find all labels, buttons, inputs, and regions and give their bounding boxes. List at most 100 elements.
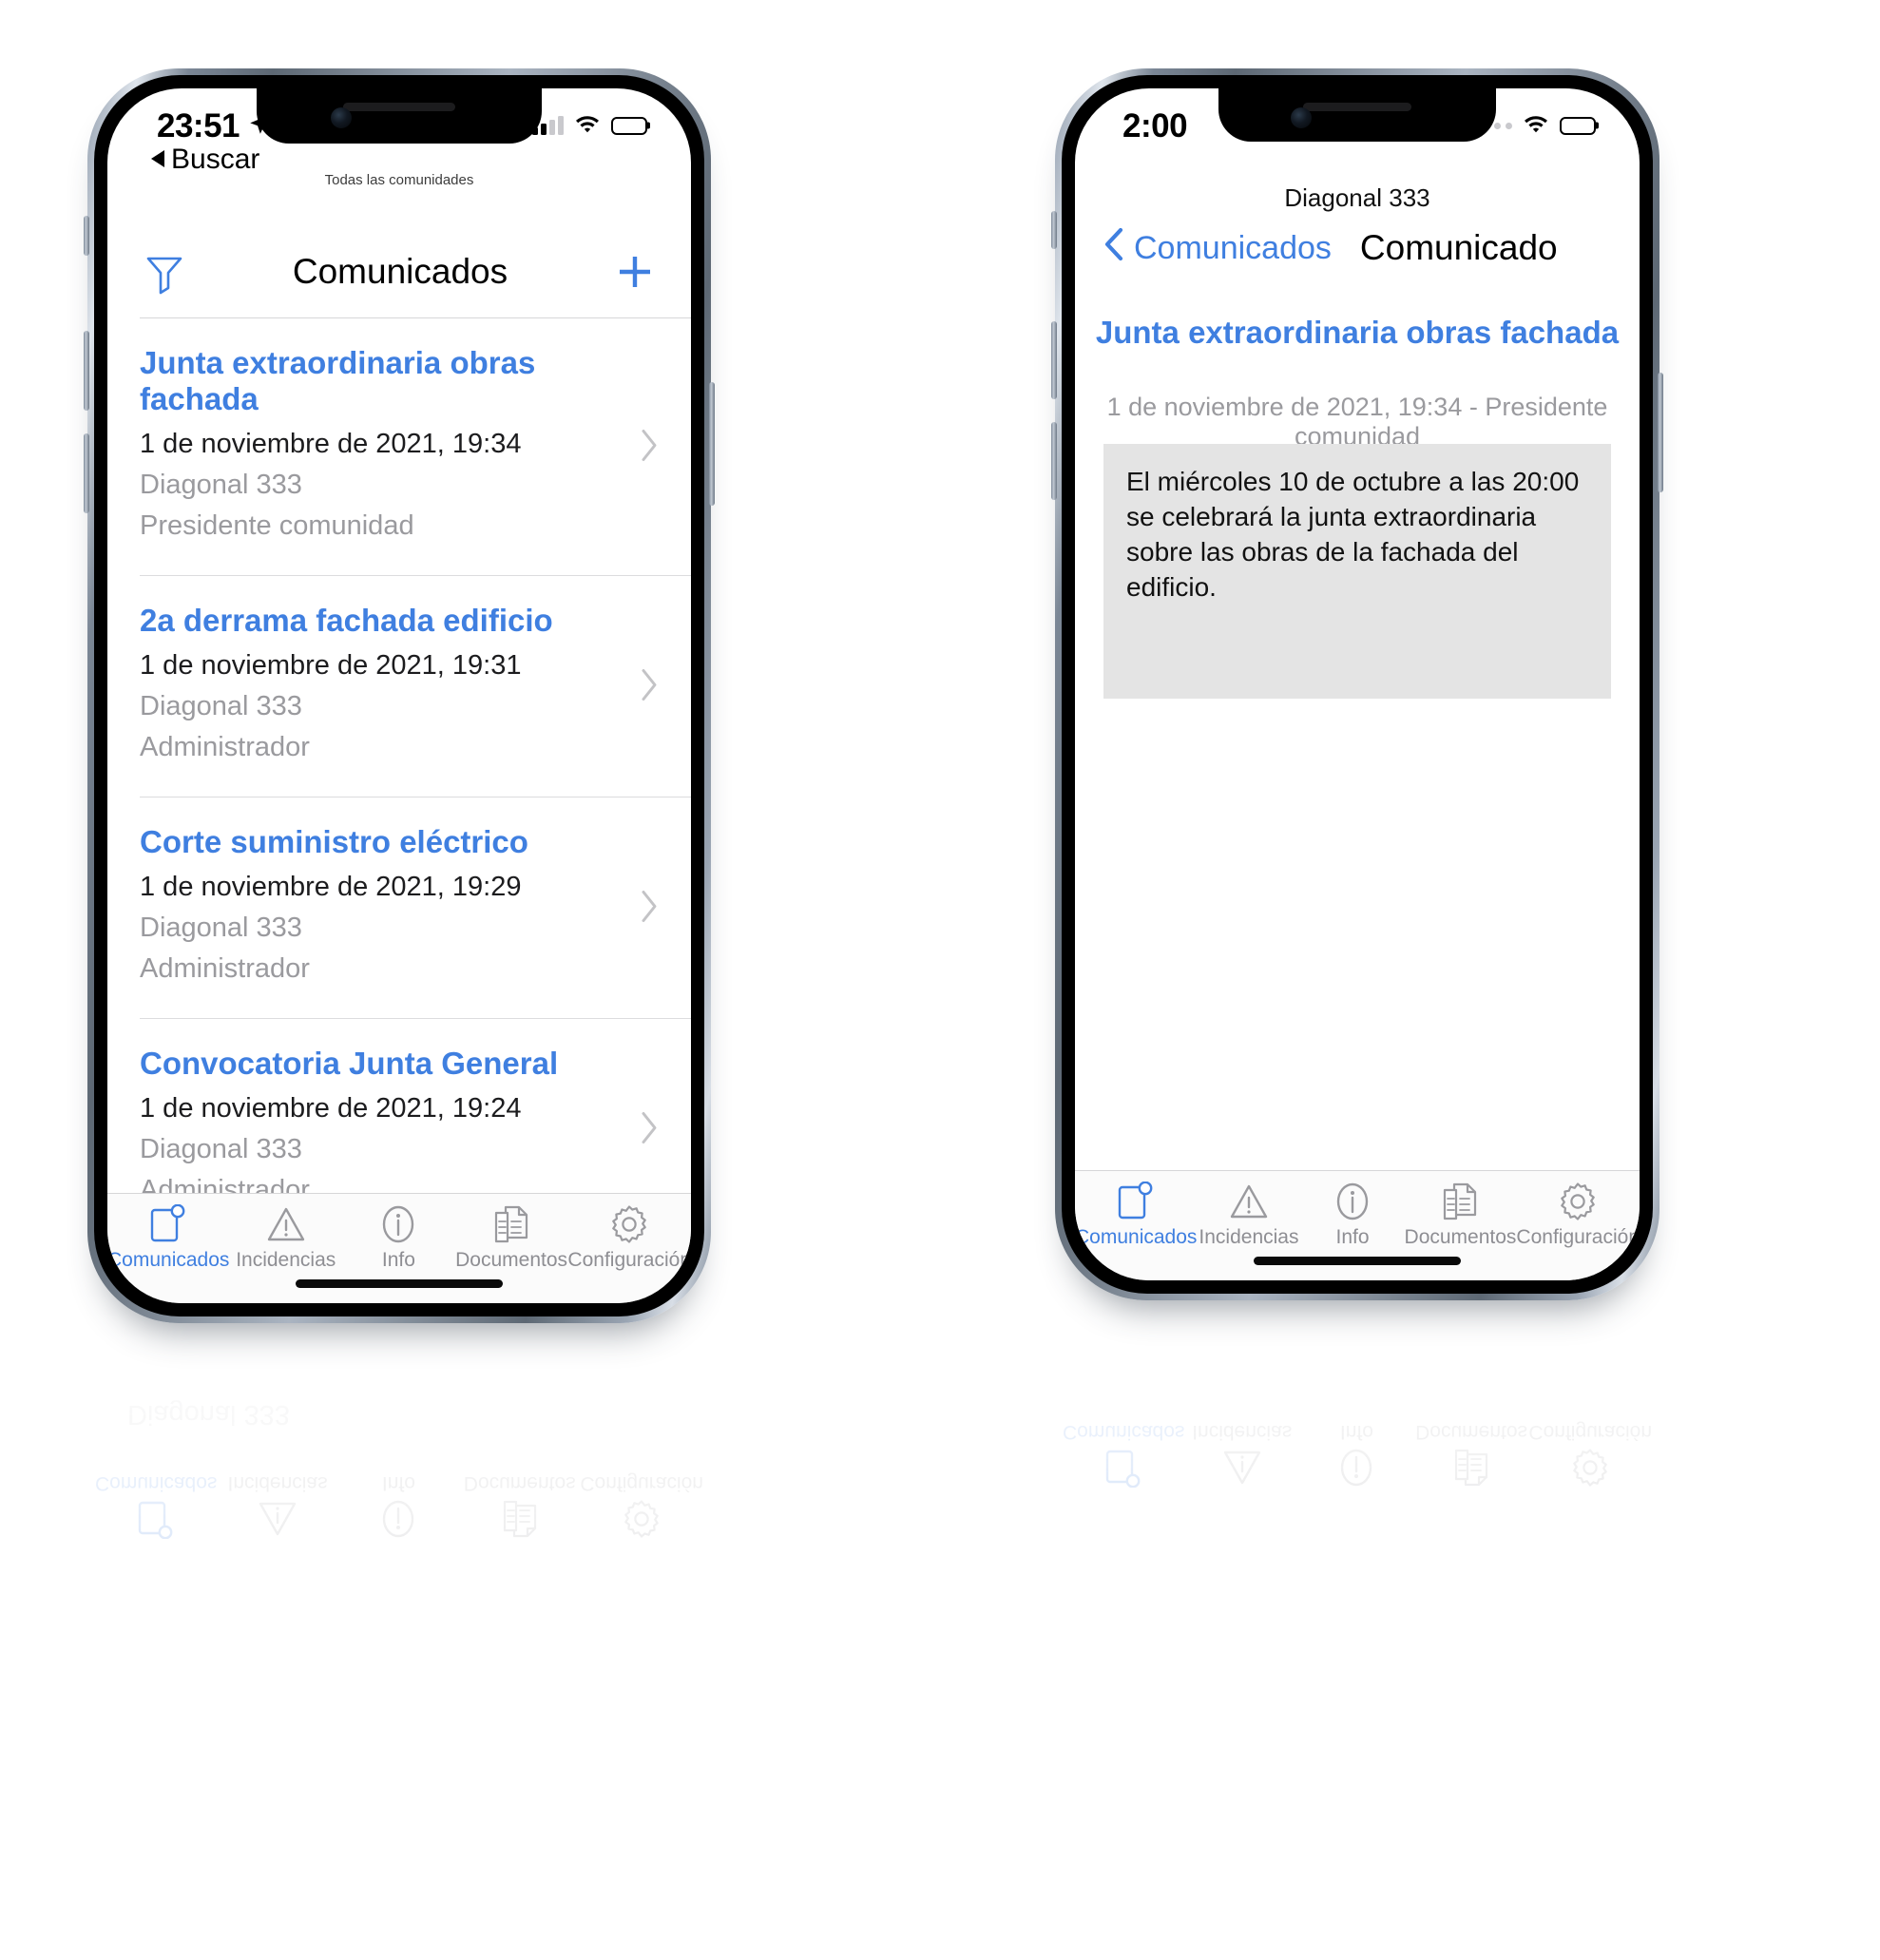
documents-stack-icon [501,1498,539,1540]
detail-header: Junta extraordinaria obras fachada 1 de … [1075,315,1640,452]
notch-right [1218,88,1496,142]
tab-comunicados[interactable]: Comunicados [107,1203,229,1272]
front-camera-icon [331,107,352,128]
list-item[interactable]: Corte suministro eléctrico 1 de noviembre… [107,797,691,1019]
tab-label: Documentos [455,1249,568,1271]
power-button[interactable] [709,382,715,506]
list-item-title: Corte suministro eléctrico [140,824,528,859]
filter-funnel-icon[interactable] [140,247,189,297]
announcement-document-icon [149,1203,187,1245]
volume-up-button[interactable] [84,331,89,411]
silent-switch-right[interactable] [1051,211,1057,249]
volume-up-button-right[interactable] [1051,321,1057,399]
tab-configuracin[interactable]: Configuración [580,1471,703,1540]
wifi-icon [574,113,601,138]
page-title: Comunicados [292,252,508,291]
back-to-search-label: Buscar [171,144,260,175]
list-item[interactable]: Convocatoria Junta General 1 de noviembre… [107,1019,691,1193]
list-item[interactable]: 2a derrama fachada edificio 1 de noviembr… [107,576,691,797]
tab-incidencias[interactable]: Incidencias [1184,1420,1299,1489]
tab-info[interactable]: Info [338,1471,459,1540]
tab-incidencias[interactable]: Incidencias [229,1203,342,1272]
phone-bezel-left: 23:51 Buscar Todas las comunidades Comun… [94,75,704,1316]
tab-documentos[interactable]: Documentos [455,1203,568,1272]
status-bar-time-right: 2:00 [1122,107,1188,145]
tab-label: Configuración [580,1472,703,1494]
tab-comunicados[interactable]: Comunicados [95,1471,217,1540]
phone-bezel-right: 2:00 Diagonal 333 Comunicados Comunicado… [1062,75,1653,1294]
back-triangle-icon [149,144,165,176]
wifi-icon [1523,113,1549,138]
list-item-author: Presidente comunidad [140,510,414,541]
plus-icon[interactable] [611,248,659,296]
info-circle-icon [1338,1447,1374,1489]
warning-triangle-icon [258,1498,297,1540]
back-button[interactable]: Comunicados [1103,227,1332,270]
silent-switch[interactable] [84,216,89,256]
list-item-author: Administrador [140,732,310,762]
earpiece-speaker [343,103,455,111]
volume-down-button[interactable] [84,433,89,513]
tab-label: Info [1339,1421,1373,1443]
detail-body-text: El miércoles 10 de octubre a las 20:00 s… [1103,444,1611,699]
tab-label: Comunicados [1075,1226,1198,1248]
tab-label: Documentos [1415,1421,1528,1443]
gear-icon [1558,1181,1598,1222]
info-circle-icon [380,1498,416,1540]
list-item-author: Administrador [140,1175,310,1193]
tab-configuracin[interactable]: Configuración [1516,1181,1640,1249]
tab-label: Incidencias [1199,1226,1299,1248]
tab-label: Incidencias [1192,1421,1293,1443]
tab-documentos[interactable]: Documentos [459,1471,580,1540]
tab-label: Documentos [1404,1226,1517,1248]
power-button-right[interactable] [1658,373,1663,492]
gear-icon [1570,1447,1610,1489]
tab-info[interactable]: Info [1299,1420,1414,1489]
tab-incidencias[interactable]: Incidencias [1197,1181,1300,1249]
tab-label: Info [1335,1226,1370,1248]
tab-incidencias[interactable]: Incidencias [217,1471,337,1540]
chevron-right-icon [640,1110,659,1149]
home-indicator-left[interactable] [296,1279,503,1288]
tab-comunicados[interactable]: Comunicados [1075,1181,1197,1249]
info-circle-icon [380,1203,416,1245]
tab-label: Incidencias [236,1249,336,1271]
documents-stack-icon [1441,1181,1479,1222]
warning-triangle-icon [1229,1181,1269,1222]
list-item-author: Administrador [140,953,310,984]
tab-label: Configuración [1528,1421,1652,1443]
volume-down-button-right[interactable] [1051,422,1057,500]
screen-right: 2:00 Diagonal 333 Comunicados Comunicado… [1075,88,1640,1280]
back-to-search-button[interactable]: Buscar [149,144,259,176]
announcement-document-icon [1117,1181,1155,1222]
list-item-community: Diagonal 333 [140,1134,302,1164]
navbar-right: Comunicados Comunicado [1075,210,1640,286]
status-bar-indicators [532,113,647,138]
phone-left: 23:51 Buscar Todas las comunidades Comun… [84,68,715,1323]
list-item-date: 1 de noviembre de 2021, 19:31 [140,650,522,681]
tab-configuracin[interactable]: Configuración [1528,1420,1652,1489]
tab-label: Comunicados [107,1249,230,1271]
list-item-title: 2a derrama fachada edificio [140,603,553,638]
tab-info[interactable]: Info [1300,1181,1404,1249]
gear-icon [622,1498,662,1540]
phone-right: 2:00 Diagonal 333 Comunicados Comunicado… [1051,68,1663,1300]
tab-comunicados[interactable]: Comunicados [1063,1420,1184,1489]
back-button-label: Comunicados [1134,229,1332,266]
chevron-right-icon [640,889,659,928]
list-item[interactable]: Junta extraordinaria obras fachada 1 de n… [107,318,691,576]
tab-documentos[interactable]: Documentos [1414,1420,1529,1489]
tab-label: Comunicados [1063,1421,1185,1443]
comunicados-list[interactable]: Junta extraordinaria obras fachada 1 de n… [107,318,691,1193]
tab-label: Comunicados [95,1472,218,1494]
tab-documentos[interactable]: Documentos [1404,1181,1517,1249]
reflection-right: Comunicados Incidencias Info Documentos Conf… [1063,1308,1652,1498]
tab-configuracin[interactable]: Configuración [567,1203,691,1272]
tab-label: Configuración [1516,1226,1640,1248]
chevron-right-icon [640,667,659,706]
home-indicator-right[interactable] [1254,1257,1461,1265]
warning-triangle-icon [266,1203,306,1245]
info-circle-icon [1334,1181,1371,1222]
tab-label: Documentos [463,1472,576,1494]
tab-info[interactable]: Info [342,1203,455,1272]
